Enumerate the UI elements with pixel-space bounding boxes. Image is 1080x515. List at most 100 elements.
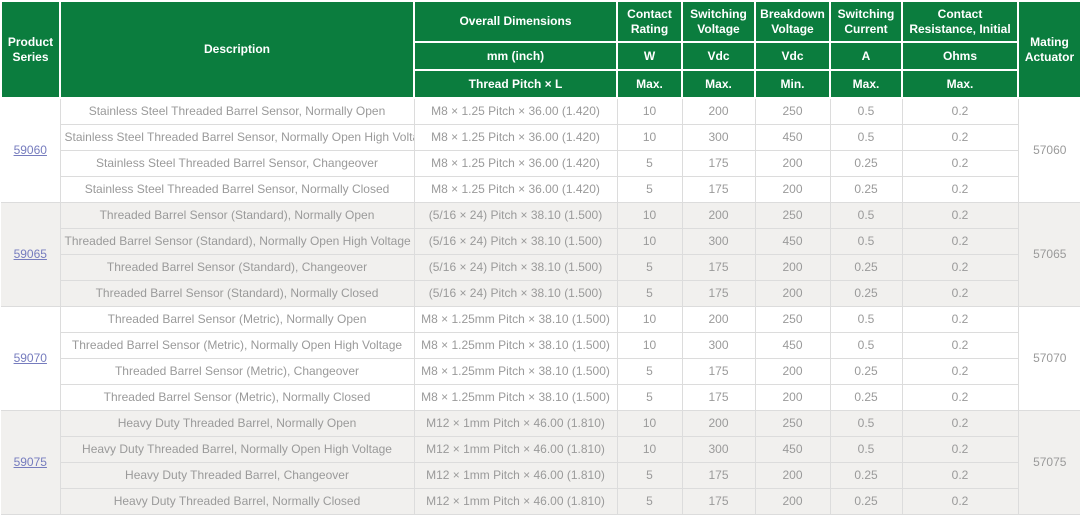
col-header-breakdown-voltage: Breakdown Voltage bbox=[755, 1, 830, 42]
qualifier-dimensions: Thread Pitch × L bbox=[414, 70, 617, 98]
breakdown-voltage-cell: 250 bbox=[755, 306, 830, 332]
breakdown-voltage-cell: 450 bbox=[755, 228, 830, 254]
breakdown-voltage-cell: 200 bbox=[755, 384, 830, 410]
qualifier-contact-resistance: Max. bbox=[902, 70, 1018, 98]
contact-resistance-cell: 0.2 bbox=[902, 228, 1018, 254]
breakdown-voltage-cell: 200 bbox=[755, 358, 830, 384]
contact-resistance-cell: 0.2 bbox=[902, 462, 1018, 488]
product-series-link[interactable]: 59070 bbox=[14, 351, 47, 365]
switching-current-cell: 0.25 bbox=[830, 176, 902, 202]
product-series-link[interactable]: 59065 bbox=[14, 247, 47, 261]
switching-current-cell: 0.5 bbox=[830, 306, 902, 332]
breakdown-voltage-cell: 250 bbox=[755, 202, 830, 228]
table-row: Threaded Barrel Sensor (Standard), Chang… bbox=[1, 254, 1080, 280]
contact-rating-cell: 5 bbox=[617, 358, 682, 384]
breakdown-voltage-cell: 250 bbox=[755, 410, 830, 436]
dimensions-cell: M8 × 1.25 Pitch × 36.00 (1.420) bbox=[414, 98, 617, 124]
switching-current-cell: 0.25 bbox=[830, 462, 902, 488]
product-series-link[interactable]: 59075 bbox=[14, 455, 47, 469]
contact-rating-cell: 10 bbox=[617, 436, 682, 462]
dimensions-cell: M8 × 1.25 Pitch × 36.00 (1.420) bbox=[414, 124, 617, 150]
contact-resistance-cell: 0.2 bbox=[902, 384, 1018, 410]
contact-rating-cell: 10 bbox=[617, 98, 682, 124]
switching-voltage-cell: 175 bbox=[682, 176, 755, 202]
contact-resistance-cell: 0.2 bbox=[902, 488, 1018, 514]
contact-rating-cell: 10 bbox=[617, 332, 682, 358]
contact-resistance-cell: 0.2 bbox=[902, 306, 1018, 332]
contact-rating-cell: 5 bbox=[617, 176, 682, 202]
dimensions-cell: (5/16 × 24) Pitch × 38.10 (1.500) bbox=[414, 202, 617, 228]
table-row: Heavy Duty Threaded Barrel, Normally Ope… bbox=[1, 436, 1080, 462]
contact-resistance-cell: 0.2 bbox=[902, 98, 1018, 124]
breakdown-voltage-cell: 200 bbox=[755, 150, 830, 176]
dimensions-cell: M8 × 1.25mm Pitch × 38.10 (1.500) bbox=[414, 332, 617, 358]
switching-current-cell: 0.25 bbox=[830, 384, 902, 410]
table-row: Stainless Steel Threaded Barrel Sensor, … bbox=[1, 150, 1080, 176]
breakdown-voltage-cell: 250 bbox=[755, 98, 830, 124]
unit-dimensions: mm (inch) bbox=[414, 42, 617, 70]
contact-rating-cell: 5 bbox=[617, 488, 682, 514]
switching-voltage-cell: 300 bbox=[682, 124, 755, 150]
col-header-description: Description bbox=[60, 1, 414, 98]
switching-voltage-cell: 300 bbox=[682, 436, 755, 462]
description-cell: Heavy Duty Threaded Barrel, Normally Ope… bbox=[60, 436, 414, 462]
dimensions-cell: M8 × 1.25mm Pitch × 38.10 (1.500) bbox=[414, 384, 617, 410]
switching-voltage-cell: 175 bbox=[682, 358, 755, 384]
switching-voltage-cell: 175 bbox=[682, 150, 755, 176]
switching-current-cell: 0.5 bbox=[830, 98, 902, 124]
switching-voltage-cell: 200 bbox=[682, 202, 755, 228]
contact-resistance-cell: 0.2 bbox=[902, 436, 1018, 462]
switching-current-cell: 0.25 bbox=[830, 280, 902, 306]
col-header-product-series: Product Series bbox=[1, 1, 60, 98]
dimensions-cell: M8 × 1.25mm Pitch × 38.10 (1.500) bbox=[414, 358, 617, 384]
description-cell: Heavy Duty Threaded Barrel, Normally Clo… bbox=[60, 488, 414, 514]
switching-current-cell: 0.25 bbox=[830, 254, 902, 280]
description-cell: Stainless Steel Threaded Barrel Sensor, … bbox=[60, 150, 414, 176]
unit-contact-rating: W bbox=[617, 42, 682, 70]
switching-current-cell: 0.5 bbox=[830, 332, 902, 358]
switching-voltage-cell: 200 bbox=[682, 98, 755, 124]
switching-current-cell: 0.5 bbox=[830, 202, 902, 228]
table-row: Heavy Duty Threaded Barrel, ChangeoverM1… bbox=[1, 462, 1080, 488]
description-cell: Threaded Barrel Sensor (Metric), Normall… bbox=[60, 306, 414, 332]
description-cell: Stainless Steel Threaded Barrel Sensor, … bbox=[60, 176, 414, 202]
dimensions-cell: M12 × 1mm Pitch × 46.00 (1.810) bbox=[414, 410, 617, 436]
switching-current-cell: 0.25 bbox=[830, 488, 902, 514]
breakdown-voltage-cell: 200 bbox=[755, 488, 830, 514]
dimensions-cell: M8 × 1.25mm Pitch × 38.10 (1.500) bbox=[414, 306, 617, 332]
switching-current-cell: 0.5 bbox=[830, 410, 902, 436]
table-row: 59075Heavy Duty Threaded Barrel, Normall… bbox=[1, 410, 1080, 436]
breakdown-voltage-cell: 200 bbox=[755, 280, 830, 306]
switching-voltage-cell: 200 bbox=[682, 410, 755, 436]
col-header-switching-current: Switching Current bbox=[830, 1, 902, 42]
qualifier-switching-voltage: Max. bbox=[682, 70, 755, 98]
description-cell: Threaded Barrel Sensor (Standard), Norma… bbox=[60, 280, 414, 306]
switching-current-cell: 0.5 bbox=[830, 228, 902, 254]
product-series-link[interactable]: 59060 bbox=[14, 143, 47, 157]
qualifier-breakdown-voltage: Min. bbox=[755, 70, 830, 98]
table-row: Heavy Duty Threaded Barrel, Normally Clo… bbox=[1, 488, 1080, 514]
col-header-switching-voltage: Switching Voltage bbox=[682, 1, 755, 42]
switching-voltage-cell: 300 bbox=[682, 228, 755, 254]
description-cell: Threaded Barrel Sensor (Metric), Normall… bbox=[60, 332, 414, 358]
contact-rating-cell: 10 bbox=[617, 202, 682, 228]
contact-resistance-cell: 0.2 bbox=[902, 254, 1018, 280]
contact-resistance-cell: 0.2 bbox=[902, 332, 1018, 358]
contact-rating-cell: 5 bbox=[617, 280, 682, 306]
contact-resistance-cell: 0.2 bbox=[902, 202, 1018, 228]
switching-voltage-cell: 175 bbox=[682, 488, 755, 514]
switching-current-cell: 0.5 bbox=[830, 124, 902, 150]
description-cell: Stainless Steel Threaded Barrel Sensor, … bbox=[60, 124, 414, 150]
contact-rating-cell: 10 bbox=[617, 124, 682, 150]
table-row: Threaded Barrel Sensor (Metric), Normall… bbox=[1, 384, 1080, 410]
contact-rating-cell: 5 bbox=[617, 254, 682, 280]
description-cell: Threaded Barrel Sensor (Standard), Chang… bbox=[60, 254, 414, 280]
mating-actuator-cell: 57075 bbox=[1018, 410, 1080, 514]
unit-contact-resistance: Ohms bbox=[902, 42, 1018, 70]
contact-rating-cell: 10 bbox=[617, 306, 682, 332]
description-cell: Threaded Barrel Sensor (Metric), Normall… bbox=[60, 384, 414, 410]
dimensions-cell: M8 × 1.25 Pitch × 36.00 (1.420) bbox=[414, 150, 617, 176]
breakdown-voltage-cell: 200 bbox=[755, 462, 830, 488]
breakdown-voltage-cell: 450 bbox=[755, 332, 830, 358]
table-row: Stainless Steel Threaded Barrel Sensor, … bbox=[1, 124, 1080, 150]
